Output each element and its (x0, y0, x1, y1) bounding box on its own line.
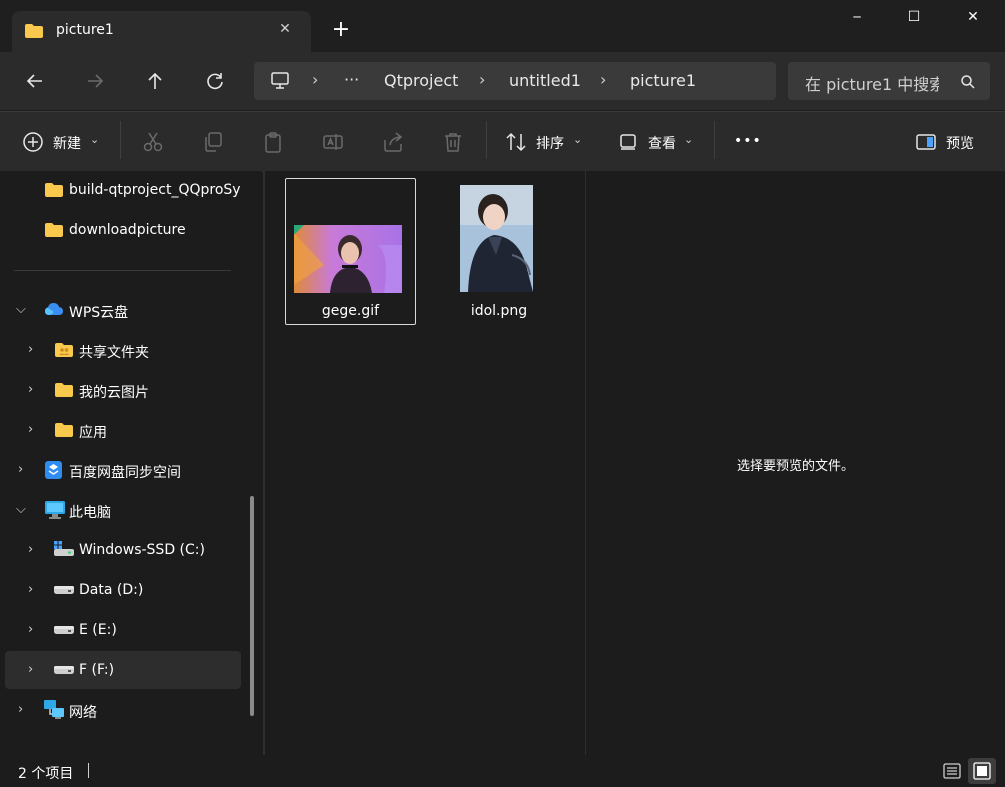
computer-icon (45, 501, 65, 519)
up-arrow-icon (148, 72, 162, 89)
sidebar-item-drive-c[interactable]: Windows-SSD (C:) (79, 542, 205, 558)
chevron-right-icon[interactable]: › (28, 622, 33, 637)
minimize-button[interactable]: ─ (834, 0, 880, 34)
chevron-right-icon[interactable]: › (28, 422, 33, 437)
breadcrumb-chevron[interactable]: › (600, 70, 606, 89)
drive-icon (54, 586, 74, 594)
close-tab-icon[interactable]: ✕ (276, 20, 294, 38)
search-icon (961, 75, 975, 89)
back-arrow-icon (26, 74, 42, 88)
baidu-netdisk-icon (45, 461, 62, 479)
large-icons-view-button[interactable] (968, 758, 996, 784)
sort-icon (506, 132, 526, 152)
sidebar-item-build-qtproject[interactable]: build-qtproject_QQproSystem (69, 182, 241, 198)
share-icon[interactable] (382, 131, 404, 153)
refresh-icon (207, 73, 223, 90)
chevron-right-icon[interactable]: › (28, 582, 33, 597)
status-separator (88, 763, 89, 778)
large-icons-view-icon (973, 762, 991, 780)
breadcrumb-qtproject[interactable]: Qtproject (384, 71, 458, 90)
sidebar-item-drive-f-row[interactable] (5, 651, 241, 689)
this-pc-icon (271, 72, 289, 89)
paste-icon[interactable] (262, 131, 284, 153)
sidebar-item-network[interactable]: 网络 (69, 702, 97, 722)
chevron-right-icon[interactable]: › (28, 342, 33, 357)
sidebar-item-baidu-netdisk[interactable]: 百度网盘同步空间 (69, 462, 181, 482)
breadcrumb-overflow[interactable]: ··· (344, 70, 359, 89)
chevron-right-icon[interactable]: › (18, 702, 23, 717)
chevron-down-icon[interactable]: ⌵ (16, 302, 26, 317)
png-thumbnail (460, 185, 533, 292)
view-button[interactable]: 查看 (648, 133, 676, 153)
drive-icon (54, 666, 74, 674)
breadcrumb-picture1[interactable]: picture1 (630, 71, 696, 90)
up-button[interactable] (135, 61, 175, 101)
folder-icon (55, 383, 73, 397)
breadcrumb-untitled1[interactable]: untitled1 (509, 71, 581, 90)
drive-icon (54, 626, 74, 634)
tab-title: picture1 (56, 22, 114, 38)
breadcrumb-chevron[interactable]: › (479, 70, 485, 89)
chevron-right-icon[interactable]: › (28, 542, 33, 557)
preview-message: 选择要预览的文件。 (736, 459, 854, 474)
item-count: 2 个项目 (18, 766, 74, 782)
chevron-right-icon[interactable]: › (28, 662, 33, 677)
sidebar-item-drive-d[interactable]: Data (D:) (79, 582, 143, 598)
preview-button[interactable]: 预览 (946, 133, 974, 153)
folder-icon (45, 223, 63, 237)
refresh-button[interactable] (195, 61, 235, 101)
preview-pane-icon (916, 134, 936, 150)
sidebar-item-apps[interactable]: 应用 (79, 422, 107, 442)
new-button[interactable]: 新建 (53, 133, 81, 153)
copy-icon[interactable] (202, 131, 224, 153)
shared-folder-icon (55, 343, 73, 357)
sort-button[interactable]: 排序 (536, 133, 564, 153)
chevron-down-icon[interactable]: ⌵ (16, 502, 26, 517)
sidebar-scrollbar[interactable] (250, 496, 254, 716)
new-tab-button[interactable]: + (330, 17, 352, 43)
toolbar-divider (120, 121, 121, 159)
rename-icon[interactable] (322, 131, 344, 153)
maximize-button[interactable]: ☐ (891, 0, 937, 34)
gif-thumbnail (294, 225, 402, 293)
more-options-button[interactable]: ••• (734, 133, 762, 149)
cut-icon[interactable] (142, 131, 164, 153)
toolbar-divider (714, 121, 715, 159)
details-view-button[interactable] (940, 760, 964, 782)
sidebar-divider (14, 270, 231, 271)
sidebar-item-drive-e[interactable]: E (E:) (79, 622, 117, 638)
status-bar (0, 755, 1005, 787)
chevron-right-icon[interactable]: › (28, 382, 33, 397)
sidebar-item-this-pc[interactable]: 此电脑 (69, 502, 111, 522)
chevron-down-icon[interactable]: ⌄ (573, 133, 582, 146)
folder-icon (25, 24, 43, 38)
folder-icon (55, 423, 73, 437)
folder-icon (45, 183, 63, 197)
new-icon (23, 132, 43, 152)
view-icon (620, 134, 636, 150)
network-icon (44, 700, 64, 719)
close-window-button[interactable]: ✕ (950, 0, 996, 34)
windows-drive-icon (54, 541, 74, 556)
sidebar-item-drive-f[interactable]: F (F:) (79, 662, 114, 678)
search-placeholder: 在 picture1 中搜索 (805, 75, 939, 94)
details-view-icon (943, 763, 961, 779)
sidebar-item-wps-cloud[interactable]: WPS云盘 (69, 302, 128, 322)
toolbar-divider (486, 121, 487, 159)
back-button[interactable] (15, 61, 55, 101)
file-name-idol[interactable]: idol.png (434, 303, 564, 319)
forward-button[interactable] (75, 61, 115, 101)
chevron-right-icon[interactable]: › (18, 462, 23, 477)
chevron-down-icon[interactable]: ⌄ (90, 133, 99, 146)
chevron-down-icon[interactable]: ⌄ (684, 133, 693, 146)
forward-arrow-icon (88, 74, 104, 88)
sidebar-item-downloadpicture[interactable]: downloadpicture (69, 222, 186, 238)
sidebar-item-my-cloud-pictures[interactable]: 我的云图片 (79, 382, 149, 402)
file-name-gege: gege.gif (321, 303, 380, 319)
breadcrumb-chevron[interactable]: › (312, 70, 318, 89)
delete-icon[interactable] (442, 131, 464, 153)
sidebar-item-shared-folder[interactable]: 共享文件夹 (79, 342, 149, 362)
wps-cloud-icon (45, 303, 63, 315)
